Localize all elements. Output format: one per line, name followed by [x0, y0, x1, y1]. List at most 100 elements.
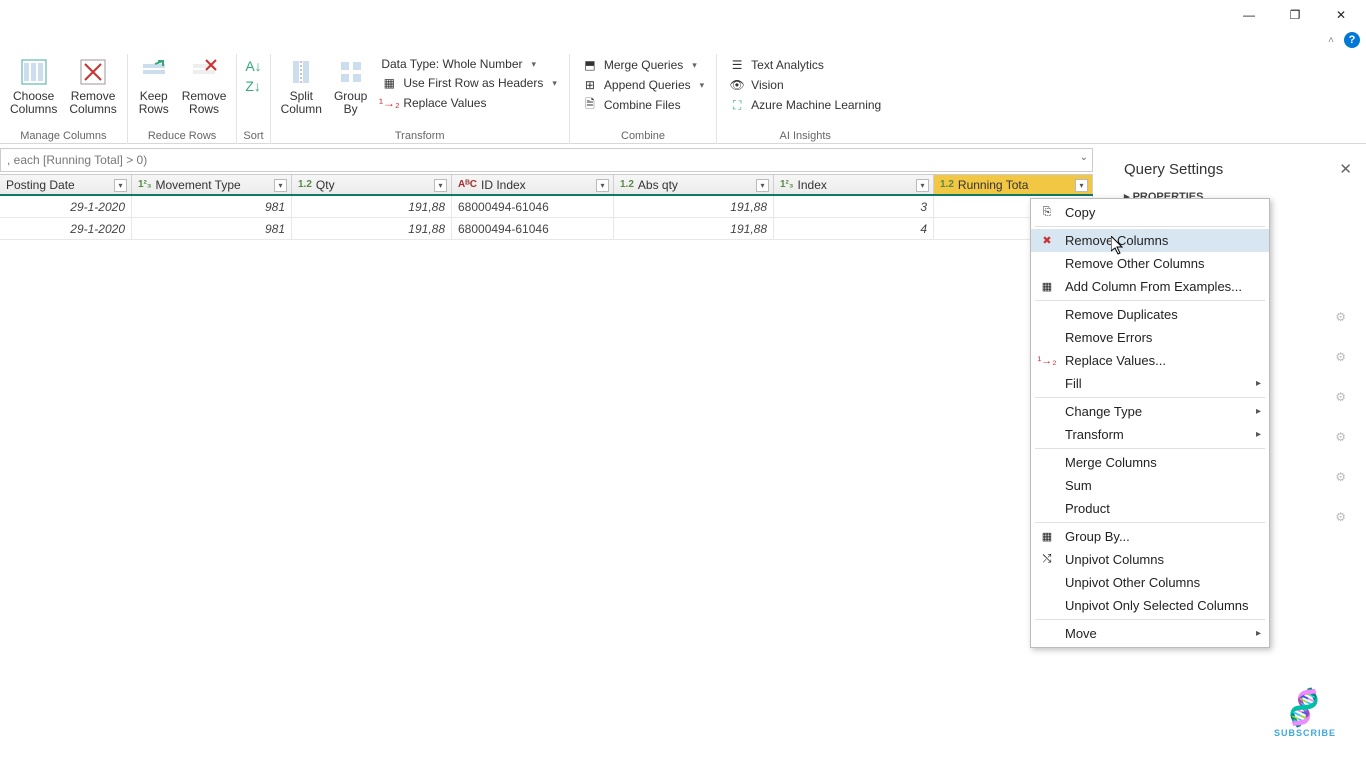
- menu-item-unpivot-other-columns[interactable]: Unpivot Other Columns: [1031, 571, 1269, 594]
- type-decimal-icon: 1.2: [940, 179, 954, 190]
- label: Unpivot Only Selected Columns: [1065, 598, 1249, 613]
- header-text: Posting Date: [6, 178, 75, 192]
- filter-dropdown-icon[interactable]: ▾: [1075, 179, 1088, 192]
- subscribe-watermark: 🧬 SUBSCRIBE: [1274, 691, 1336, 738]
- split-column-icon: [285, 56, 317, 88]
- column-header-index[interactable]: 1²₃ Index ▾: [774, 175, 934, 194]
- label: Product: [1065, 501, 1110, 516]
- text-analytics-icon: ☰: [729, 57, 745, 73]
- append-queries-button[interactable]: ⊞Append Queries: [580, 76, 706, 94]
- label: Text Analytics: [751, 58, 824, 72]
- column-header-qty[interactable]: 1.2 Qty ▾: [292, 175, 452, 194]
- column-header-posting-date[interactable]: Posting Date ▾: [0, 175, 132, 194]
- group-label: Transform: [395, 130, 445, 144]
- menu-item-remove-columns[interactable]: ✖Remove Columns: [1031, 229, 1269, 252]
- filter-dropdown-icon[interactable]: ▾: [756, 179, 769, 192]
- data-type-dropdown[interactable]: Data Type: Whole Number: [379, 56, 559, 72]
- submenu-arrow-icon: ▸: [1256, 378, 1261, 389]
- menu-item-product[interactable]: Product: [1031, 497, 1269, 520]
- remove-columns-icon: ✖: [1039, 233, 1055, 249]
- cell: 29-1-2020: [0, 218, 132, 239]
- append-icon: ⊞: [582, 77, 598, 93]
- header-text: Abs qty: [638, 178, 678, 192]
- azure-ml-button[interactable]: ⛶Azure Machine Learning: [727, 96, 883, 114]
- filter-dropdown-icon[interactable]: ▾: [916, 179, 929, 192]
- header-text: Qty: [316, 178, 335, 192]
- sort-asc-button[interactable]: A↓: [245, 58, 261, 74]
- menu-item-fill[interactable]: Fill▸: [1031, 372, 1269, 395]
- menu-separator: [1035, 226, 1265, 227]
- sort-desc-button[interactable]: Z↓: [245, 78, 261, 94]
- menu-item-change-type[interactable]: Change Type▸: [1031, 400, 1269, 423]
- type-decimal-icon: 1.2: [620, 179, 634, 190]
- help-button[interactable]: ?: [1344, 32, 1360, 48]
- menu-item-move[interactable]: Move▸: [1031, 622, 1269, 645]
- formula-expand-button[interactable]: ⌄: [1080, 152, 1088, 163]
- ribbon-group-transform: Split Column Group By Data Type: Whole N…: [271, 54, 570, 144]
- filter-dropdown-icon[interactable]: ▾: [434, 179, 447, 192]
- combine-files-button[interactable]: 🗎Combine Files: [580, 96, 706, 114]
- text-analytics-button[interactable]: ☰ Text Analytics: [727, 56, 883, 74]
- vision-button[interactable]: 👁Vision: [727, 76, 883, 94]
- menu-item-unpivot-columns[interactable]: ⤭Unpivot Columns: [1031, 548, 1269, 571]
- gear-icon[interactable]: ⚙: [1335, 510, 1346, 524]
- menu-item-copy[interactable]: ⎘Copy: [1031, 201, 1269, 224]
- column-header-running-total[interactable]: 1.2 Running Tota ▾: [934, 175, 1093, 194]
- header-text: Movement Type: [156, 178, 241, 192]
- table-row[interactable]: 29-1-2020 981 191,88 68000494-61046 191,…: [0, 218, 1093, 240]
- keep-rows-button[interactable]: Keep Rows: [134, 54, 174, 118]
- ribbon-group-ai-insights: ☰ Text Analytics 👁Vision ⛶Azure Machine L…: [717, 54, 893, 144]
- gear-icon[interactable]: ⚙: [1335, 470, 1346, 484]
- filter-dropdown-icon[interactable]: ▾: [274, 179, 287, 192]
- label: Vision: [751, 78, 783, 92]
- menu-item-sum[interactable]: Sum: [1031, 474, 1269, 497]
- ribbon-group-sort: A↓ Z↓ Sort: [237, 54, 270, 144]
- filter-dropdown-icon[interactable]: ▾: [114, 179, 127, 192]
- column-header-id-index[interactable]: AᴮC ID Index ▾: [452, 175, 614, 194]
- split-column-button[interactable]: Split Column: [277, 54, 326, 118]
- table-row[interactable]: 29-1-2020 981 191,88 68000494-61046 191,…: [0, 196, 1093, 218]
- column-header-abs-qty[interactable]: 1.2 Abs qty ▾: [614, 175, 774, 194]
- menu-item-replace-values[interactable]: ¹→₂Replace Values...: [1031, 349, 1269, 372]
- cell: 981: [132, 196, 292, 217]
- window-minimize-button[interactable]: —: [1226, 0, 1272, 30]
- window-close-button[interactable]: ✕: [1318, 0, 1364, 30]
- close-icon: ✕: [1336, 8, 1346, 22]
- window-maximize-button[interactable]: ❐: [1272, 0, 1318, 30]
- menu-item-group-by[interactable]: ▦Group By...: [1031, 525, 1269, 548]
- group-label: Reduce Rows: [148, 130, 216, 144]
- cell: 981: [132, 218, 292, 239]
- group-by-button[interactable]: Group By: [330, 54, 371, 118]
- gear-icon[interactable]: ⚙: [1335, 310, 1346, 324]
- column-header-movement-type[interactable]: 1²₃ Movement Type ▾: [132, 175, 292, 194]
- first-row-headers-button[interactable]: ▦Use First Row as Headers: [379, 74, 559, 92]
- gear-icon[interactable]: ⚙: [1335, 350, 1346, 364]
- merge-icon: ⬒: [582, 57, 598, 73]
- remove-columns-button[interactable]: Remove Columns: [65, 54, 120, 118]
- label: Keep Rows: [139, 90, 169, 116]
- gear-icon[interactable]: ⚙: [1335, 390, 1346, 404]
- menu-item-transform[interactable]: Transform▸: [1031, 423, 1269, 446]
- gear-icon[interactable]: ⚙: [1335, 430, 1346, 444]
- formula-bar[interactable]: , each [Running Total] > 0) ⌄: [0, 148, 1093, 172]
- label: Group By...: [1065, 529, 1130, 544]
- menu-item-remove-errors[interactable]: Remove Errors: [1031, 326, 1269, 349]
- filter-dropdown-icon[interactable]: ▾: [596, 179, 609, 192]
- menu-item-merge-columns[interactable]: Merge Columns: [1031, 451, 1269, 474]
- menu-item-remove-other-columns[interactable]: Remove Other Columns: [1031, 252, 1269, 275]
- label: Merge Queries: [604, 58, 683, 72]
- ribbon-group-manage-columns: Choose Columns Remove Columns Manage Col…: [0, 54, 128, 144]
- aml-icon: ⛶: [729, 97, 745, 113]
- collapse-ribbon-icon[interactable]: ˄: [1328, 35, 1334, 46]
- cell: 191,88: [292, 196, 452, 217]
- remove-rows-button[interactable]: Remove Rows: [178, 54, 231, 118]
- menu-item-add-column-from-examples[interactable]: ▦Add Column From Examples...: [1031, 275, 1269, 298]
- merge-queries-button[interactable]: ⬒ Merge Queries: [580, 56, 706, 74]
- header-text: ID Index: [481, 178, 526, 192]
- panel-close-button[interactable]: ✕: [1339, 160, 1352, 178]
- replace-values-button[interactable]: ¹→₂Replace Values: [379, 94, 559, 112]
- menu-separator: [1035, 397, 1265, 398]
- menu-item-unpivot-selected-columns[interactable]: Unpivot Only Selected Columns: [1031, 594, 1269, 617]
- choose-columns-button[interactable]: Choose Columns: [6, 54, 61, 118]
- menu-item-remove-duplicates[interactable]: Remove Duplicates: [1031, 303, 1269, 326]
